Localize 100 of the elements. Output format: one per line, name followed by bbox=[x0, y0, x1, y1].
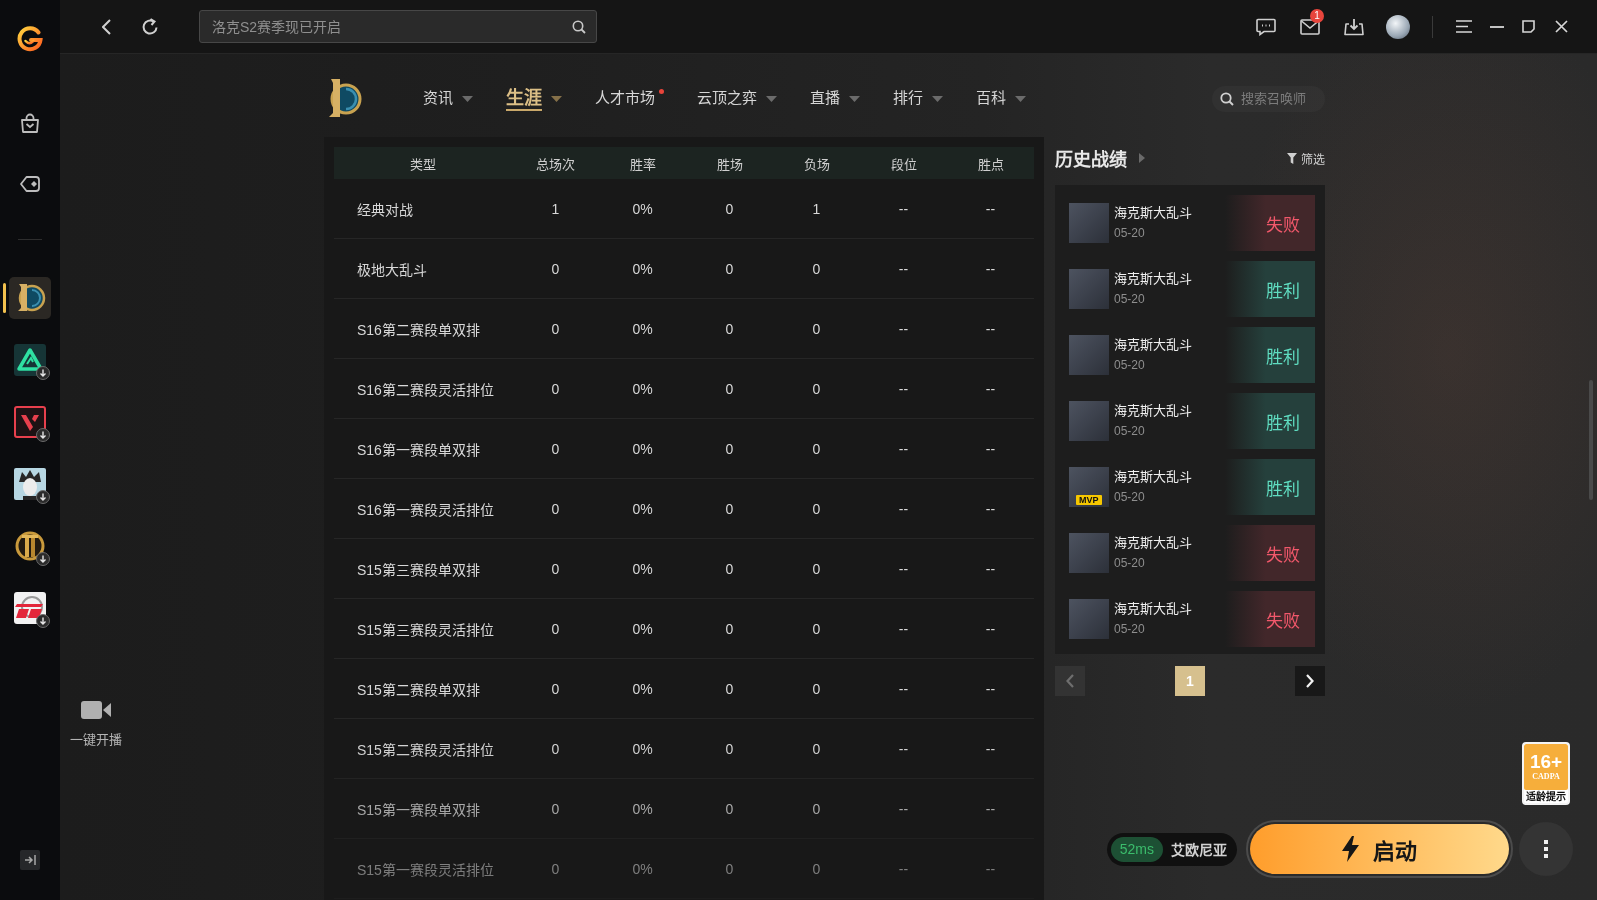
avatar[interactable] bbox=[1386, 14, 1410, 39]
stat-value: 0% bbox=[632, 500, 653, 517]
stat-value: -- bbox=[898, 680, 909, 697]
portrait-placeholder bbox=[1069, 203, 1109, 243]
mode-name: S16第一赛段灵活排位 bbox=[357, 500, 494, 519]
character-icon bbox=[14, 468, 46, 500]
nav-tab[interactable]: 百科 bbox=[976, 86, 1026, 111]
download-icon[interactable] bbox=[36, 428, 50, 442]
download-icon[interactable] bbox=[1344, 17, 1364, 36]
stat-value: 0 bbox=[725, 500, 734, 517]
mode-name: 经典对战 bbox=[357, 200, 413, 219]
stat-value: -- bbox=[985, 740, 996, 757]
stat-value: 0 bbox=[812, 860, 821, 877]
chevron-icon bbox=[14, 406, 46, 438]
game-mode: 海克斯大乱斗 bbox=[1114, 271, 1192, 287]
age-rating-badge[interactable]: 16+ CADPA 适龄提示 bbox=[1522, 742, 1570, 805]
stat-value: 0 bbox=[551, 320, 560, 337]
stat-value: 0 bbox=[725, 800, 734, 817]
match-date: 05-20 bbox=[1114, 423, 1145, 439]
app-logo[interactable] bbox=[17, 26, 43, 52]
nav-tab[interactable]: 排行 bbox=[893, 86, 943, 111]
nav-tab[interactable]: 云顶之弈 bbox=[697, 86, 777, 111]
minimize-icon[interactable] bbox=[1490, 25, 1504, 28]
game-mode: 海克斯大乱斗 bbox=[1114, 337, 1192, 353]
filter-button[interactable]: 筛选 bbox=[1287, 149, 1325, 167]
section-title: 历史战绩 bbox=[1055, 149, 1127, 171]
bag-icon[interactable] bbox=[19, 112, 41, 134]
portrait-placeholder bbox=[1069, 533, 1109, 573]
download-icon[interactable] bbox=[36, 552, 50, 566]
stat-value: -- bbox=[898, 380, 909, 397]
stat-value: -- bbox=[985, 320, 996, 337]
mode-name: S16第一赛段单双排 bbox=[357, 440, 480, 459]
search-icon[interactable] bbox=[572, 20, 586, 34]
game-mode: 海克斯大乱斗 bbox=[1114, 535, 1192, 551]
lightning-icon bbox=[1342, 836, 1359, 862]
download-icon[interactable] bbox=[36, 614, 50, 628]
server-selector[interactable]: 52ms 艾欧尼亚 bbox=[1106, 832, 1237, 866]
stat-value: 0 bbox=[725, 680, 734, 697]
age-label: 16+ bbox=[1529, 752, 1563, 772]
chevron-left-icon bbox=[1066, 674, 1074, 688]
match-date: 05-20 bbox=[1114, 291, 1145, 307]
game-item[interactable] bbox=[9, 277, 51, 319]
stat-value: 0% bbox=[632, 260, 653, 277]
stat-value: -- bbox=[898, 800, 909, 817]
column-header: 总场次 bbox=[536, 155, 575, 173]
stat-value: -- bbox=[985, 680, 996, 697]
stat-value: -- bbox=[985, 620, 996, 637]
chat-icon[interactable] bbox=[1256, 17, 1276, 36]
tag-icon[interactable] bbox=[19, 173, 41, 195]
column-header: 段位 bbox=[890, 155, 917, 173]
collapse-button[interactable] bbox=[20, 850, 40, 870]
stat-value: 0 bbox=[551, 260, 560, 277]
game-mode: 海克斯大乱斗 bbox=[1114, 205, 1192, 221]
search-icon[interactable] bbox=[1220, 91, 1234, 106]
stat-value: -- bbox=[898, 740, 909, 757]
mvp-tag: MVP bbox=[1076, 495, 1102, 505]
match-date: 05-20 bbox=[1114, 489, 1145, 505]
stat-value: 0% bbox=[632, 200, 653, 217]
close-icon[interactable] bbox=[1555, 20, 1568, 33]
video-camera-icon bbox=[81, 701, 111, 719]
stripes-icon bbox=[14, 592, 46, 624]
stat-value: 0% bbox=[632, 620, 653, 637]
stat-value: -- bbox=[985, 800, 996, 817]
chevron-right-icon bbox=[1306, 674, 1314, 688]
stat-value: -- bbox=[985, 860, 996, 877]
stat-value: 0 bbox=[812, 500, 821, 517]
stat-value: 0% bbox=[632, 740, 653, 757]
column-header: 胜率 bbox=[629, 155, 656, 173]
column-header: 负场 bbox=[803, 155, 830, 173]
mode-name: S15第三赛段单双排 bbox=[357, 560, 480, 579]
nav-tab[interactable]: 生涯 bbox=[506, 86, 562, 111]
triangle-right-icon[interactable] bbox=[1139, 153, 1145, 163]
column-header: 胜点 bbox=[977, 155, 1004, 173]
stat-value: 0 bbox=[725, 560, 734, 577]
match-date: 05-20 bbox=[1114, 555, 1145, 571]
stat-value: -- bbox=[898, 500, 909, 517]
stat-value: 0% bbox=[632, 800, 653, 817]
stat-value: -- bbox=[898, 620, 909, 637]
refresh-icon[interactable] bbox=[141, 17, 159, 36]
download-icon[interactable] bbox=[36, 490, 50, 504]
nav-tab[interactable]: 资讯 bbox=[423, 86, 473, 111]
stat-value: 0 bbox=[725, 740, 734, 757]
nav-tab[interactable]: 人才市场 bbox=[595, 86, 664, 111]
back-icon[interactable] bbox=[102, 18, 111, 35]
go-live-button[interactable]: 一键开播 bbox=[70, 701, 122, 748]
stat-value: 0 bbox=[725, 320, 734, 337]
launch-button[interactable]: 启动 bbox=[1246, 820, 1513, 878]
stat-value: 0 bbox=[551, 560, 560, 577]
stat-value: -- bbox=[985, 500, 996, 517]
arrow-bar-icon bbox=[24, 854, 36, 866]
portrait-placeholder bbox=[1069, 335, 1109, 375]
menu-icon[interactable] bbox=[1456, 20, 1472, 33]
mail-icon[interactable] bbox=[1300, 18, 1320, 35]
column-header: 类型 bbox=[410, 155, 436, 173]
portrait-placeholder bbox=[1069, 269, 1109, 309]
next-page-button[interactable] bbox=[1295, 666, 1325, 696]
search-field[interactable]: 洛克S2赛季现已开启 bbox=[199, 10, 597, 43]
download-icon[interactable] bbox=[36, 366, 50, 380]
maximize-icon[interactable] bbox=[1522, 20, 1535, 33]
nav-tab[interactable]: 直播 bbox=[810, 86, 860, 111]
